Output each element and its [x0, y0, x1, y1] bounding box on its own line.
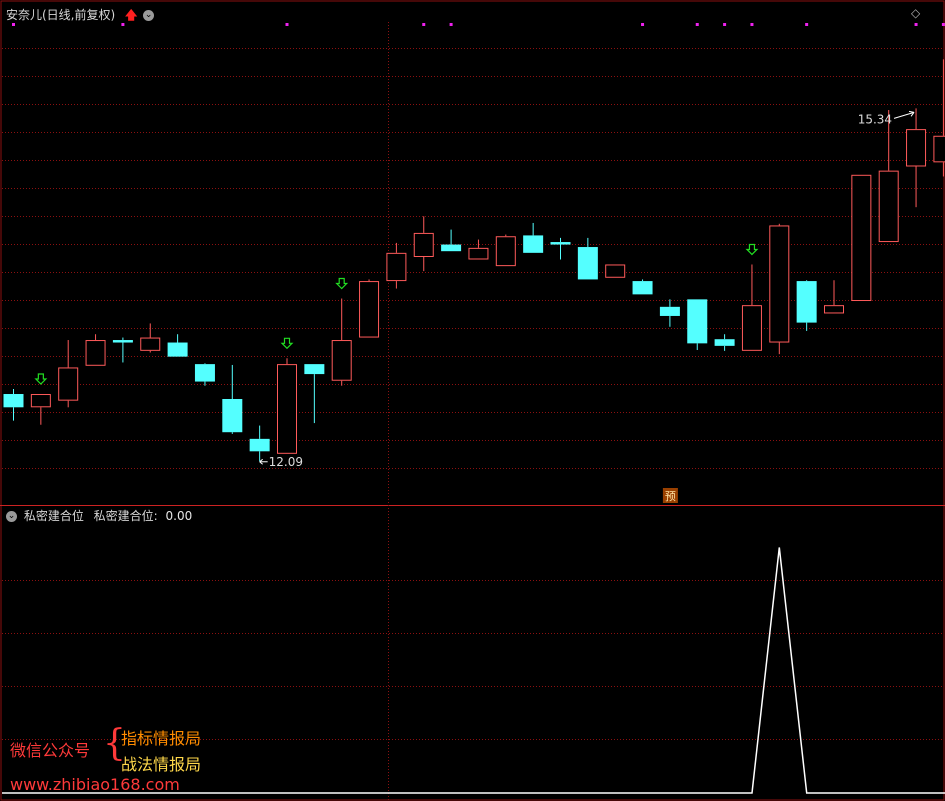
watermark-line-3: 战法情报局	[121, 755, 202, 774]
top-marker-dot	[805, 23, 809, 26]
candle-body	[687, 299, 708, 344]
candle-body	[523, 235, 544, 253]
candle-body	[659, 306, 680, 316]
candle-body	[769, 225, 790, 343]
top-marker-dot	[12, 23, 15, 26]
candle-body	[495, 236, 516, 267]
candle-body	[632, 281, 653, 295]
candle-body	[577, 247, 598, 280]
candle-body	[796, 281, 817, 323]
top-marker-dot	[641, 23, 645, 26]
candle-body	[386, 252, 407, 282]
top-marker-dot	[121, 23, 125, 26]
candle-body	[140, 337, 161, 351]
watermark-wechat-label: 微信公众号	[10, 741, 91, 760]
candle-body	[277, 364, 297, 454]
top-marker-dot	[695, 23, 699, 26]
candle-body	[605, 264, 626, 278]
watermark-line-2: 指标情报局	[121, 729, 202, 748]
candle-body	[249, 438, 270, 452]
candle-body	[714, 339, 735, 346]
top-marker-dot	[750, 23, 754, 26]
candle-body	[112, 340, 133, 343]
chart-frame	[0, 0, 945, 801]
watermark-url: www.zhibiao168.com	[10, 775, 180, 794]
candle-body	[906, 129, 927, 167]
buy-signal-arrow-icon	[745, 243, 759, 256]
candle-body	[851, 174, 872, 302]
candle-body	[359, 281, 380, 338]
candle-body	[58, 367, 79, 401]
high-pointer	[893, 111, 915, 119]
top-marker-dot	[449, 23, 453, 26]
candle-body	[824, 305, 844, 314]
candle-body	[167, 342, 188, 357]
chart-canvas[interactable]: 12.09 15.34 预	[0, 0, 945, 801]
top-marker-dot	[422, 23, 426, 26]
candle-body	[441, 244, 462, 252]
low-price-label: 12.09	[269, 455, 303, 469]
candle-body	[222, 398, 243, 433]
buy-signal-arrow-icon	[34, 373, 48, 385]
candle-body	[304, 364, 325, 375]
top-marker-dot	[723, 23, 727, 26]
candle-body	[3, 394, 24, 408]
high-price-label: 15.34	[858, 112, 892, 126]
buy-signal-arrow-icon	[280, 337, 294, 350]
top-marker-dot	[914, 23, 918, 26]
forecast-badge-label: 预	[665, 490, 676, 503]
candle-body	[933, 135, 945, 163]
candle-body	[468, 247, 489, 260]
buy-signal-arrow-icon	[335, 277, 349, 290]
top-marker-dot	[941, 23, 945, 26]
top-marker-dot	[285, 23, 289, 26]
candle-body	[331, 340, 352, 381]
candle-body	[550, 242, 571, 245]
candle-body	[878, 170, 899, 243]
candle-body	[741, 305, 762, 351]
candle-body	[194, 364, 215, 382]
candle-body	[413, 232, 434, 258]
candle-body	[30, 394, 51, 408]
candle-body	[85, 340, 106, 366]
